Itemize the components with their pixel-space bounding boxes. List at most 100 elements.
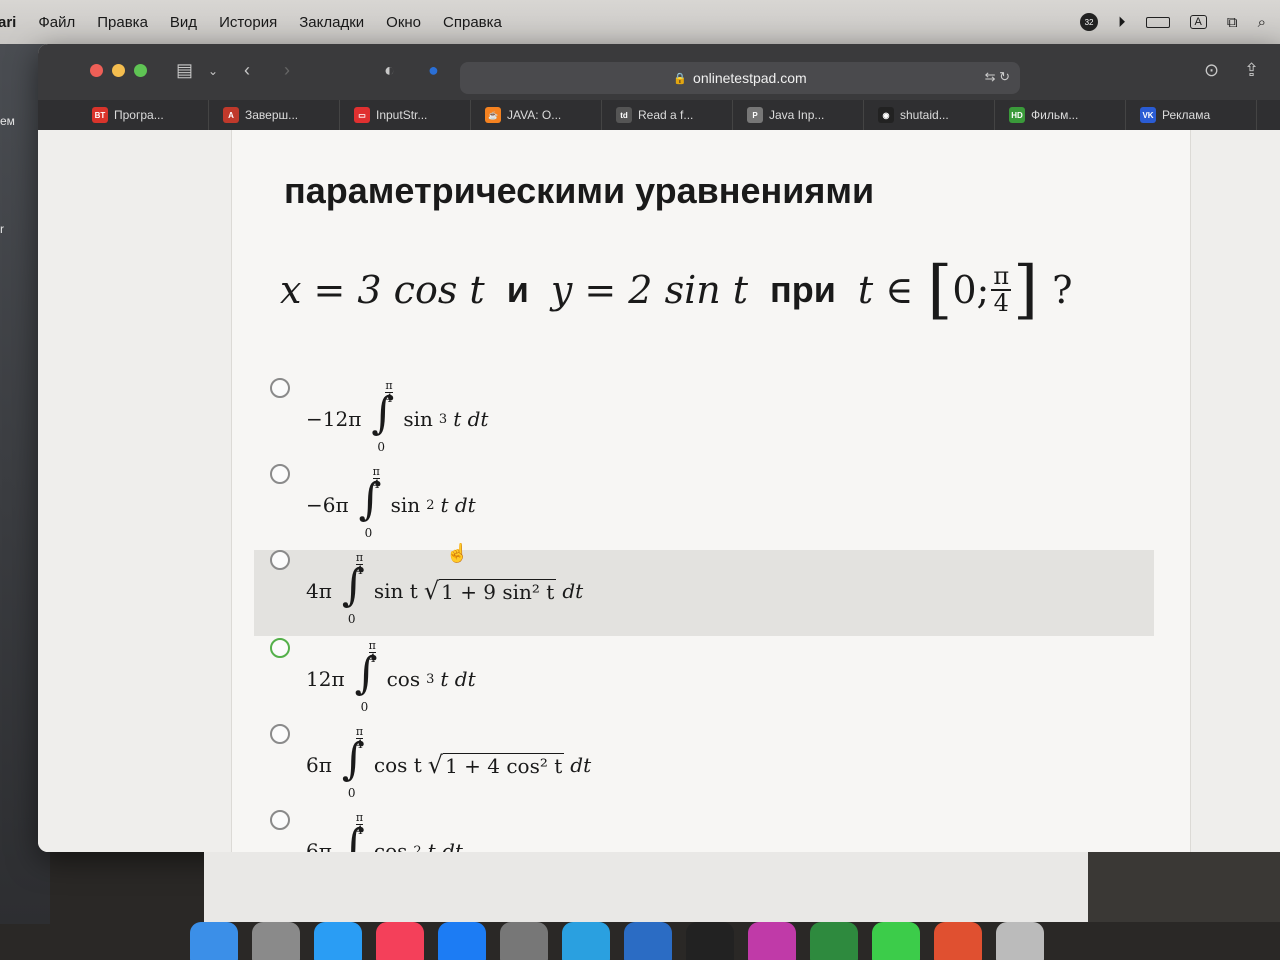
tab-label: Реклама [1162,108,1211,122]
address-bar-icons: ⇆ ↻ [985,69,1010,85]
square-root: √ 1 + 9 sin² t [424,577,557,605]
telegram-icon[interactable] [562,922,610,960]
tab[interactable]: A Заверш... [209,100,340,130]
tab-label: Read a f... [638,108,694,122]
upper-den: 4 [368,651,376,665]
music-icon[interactable] [376,922,424,960]
menu-help[interactable]: Справка [443,14,502,31]
answer-option[interactable]: −12π ∫ π4 0 sin 3 t dt [254,378,1154,464]
coefficient: −12π [306,407,362,431]
radical-symbol: √ [427,751,444,779]
safari-icon[interactable] [314,922,362,960]
menu-window[interactable]: Окно [386,14,421,31]
upper-den: 4 [355,563,363,577]
tab-favicon-icon: ☕ [485,107,501,123]
tab[interactable]: BT Програ... [78,100,209,130]
upper-limit: π4 [372,466,380,490]
tab[interactable]: td Read a f... [602,100,733,130]
app-icon[interactable] [934,922,982,960]
finder-icon[interactable] [190,922,238,960]
tab-favicon-icon: ▭ [354,107,370,123]
integrand-function: cos t [373,753,422,777]
keyboard-input-icon[interactable]: A [1189,15,1207,29]
tab-bar: BT Програ... A Заверш... ▭ InputStr... ☕… [38,100,1280,130]
answer-option[interactable]: 6π ∫ π4 0 cos t √ 1 + 4 cos² t dt [254,724,1154,810]
background-window [204,852,1088,922]
answer-option[interactable]: 12π ∫ π4 0 cos 3 t dt [254,638,1154,724]
tab[interactable]: ☕ JAVA: O... [471,100,602,130]
tab-label: Програ... [114,108,164,122]
coefficient: −6π [306,493,349,517]
option-expression: 4π ∫ π4 0 sin t √ 1 + 9 sin² t dt [306,552,583,626]
tab-favicon-icon: P [747,107,763,123]
terminal-icon[interactable] [686,922,734,960]
radio-button[interactable] [270,464,290,484]
back-icon[interactable]: ‹ [244,60,250,81]
menubar-status-icons: 32 ⏵ A ⧉ ⌕ [1080,13,1266,31]
menu-edit[interactable]: Правка [97,14,148,31]
menu-history[interactable]: История [219,14,277,31]
reload-icon[interactable]: ↻ [999,69,1010,84]
extension-icon[interactable]: ● [428,60,439,81]
settings-icon[interactable] [500,922,548,960]
dock [180,922,1180,960]
forward-icon[interactable]: › [284,60,290,81]
downloads-icon[interactable]: ⊙ [1204,60,1219,81]
exponent: 2 [426,497,435,513]
ide-icon[interactable] [748,922,796,960]
menu-bookmarks[interactable]: Закладки [299,14,364,31]
sidebar-icon[interactable]: ▤ [176,60,193,81]
y-equation: y = 2 sin t [550,268,749,312]
radio-button[interactable] [270,724,290,744]
radio-button[interactable] [270,810,290,830]
address-bar[interactable]: 🔒 onlinetestpad.com ⇆ ↻ [460,62,1020,94]
interval: [ 0; π 4 ] [927,258,1038,322]
coefficient: 12π [306,667,345,691]
question-card: параметрическими уравнениями x = 3 cos t… [231,130,1191,852]
minimize-window-button[interactable] [112,64,125,77]
square-root: √ 1 + 4 cos² t [428,751,565,779]
battery-icon[interactable] [1145,16,1170,28]
answer-option[interactable]: −6π ∫ π4 0 sin 2 t dt [254,464,1154,550]
tab[interactable]: HD Фильм... [995,100,1126,130]
pycharm-icon[interactable] [810,922,858,960]
screen-mirror-icon[interactable]: ⧉ [1227,14,1238,31]
radio-button[interactable] [270,550,290,570]
x-equation: x = 3 cos t [280,268,485,312]
lower-limit: 0 [360,700,369,714]
menu-file[interactable]: Файл [38,14,75,31]
tab-favicon-icon: VK [1140,107,1156,123]
fraction-numerator: π [991,261,1012,291]
chevron-down-icon[interactable]: ⌄ [208,64,218,78]
close-window-button[interactable] [90,64,103,77]
notification-icon[interactable]: 32 [1080,13,1099,31]
zoom-window-button[interactable] [134,64,147,77]
radio-button[interactable] [270,638,290,658]
answer-option[interactable]: 6π ∫ π4 0 cos 2 t dt [254,810,1154,852]
option-expression: 12π ∫ π4 0 cos 3 t dt [306,640,476,714]
integrand-variable: t dt [427,839,463,852]
coefficient: 6π [306,753,332,777]
tab[interactable]: VK Реклама [1126,100,1257,130]
preview-icon[interactable] [996,922,1044,960]
translate-icon[interactable]: ⇆ [985,69,996,84]
integrand-function: sin t [373,579,418,603]
play-icon[interactable]: ⏵ [1118,14,1126,31]
spotlight-search-icon[interactable]: ⌕ [1258,14,1266,31]
notes-icon[interactable] [624,922,672,960]
app-store-icon[interactable] [438,922,486,960]
menu-app-name[interactable]: ari [0,14,16,31]
answer-option[interactable]: 4π ∫ π4 0 sin t √ 1 + 9 sin² t dt [254,550,1154,636]
messages-icon[interactable] [872,922,920,960]
integral-sign: ∫ π4 0 [338,726,368,800]
shield-icon[interactable]: ◐ [384,60,395,81]
launchpad-icon[interactable] [252,922,300,960]
desktop-background [1088,852,1280,922]
tab[interactable]: ◉ shutaid... [864,100,995,130]
menu-view[interactable]: Вид [170,14,197,31]
lower-limit: 0 [347,786,356,800]
tab[interactable]: P Java Inp... [733,100,864,130]
tab[interactable]: ▭ InputStr... [340,100,471,130]
radio-button[interactable] [270,378,290,398]
share-icon[interactable]: ⇪ [1244,60,1259,81]
